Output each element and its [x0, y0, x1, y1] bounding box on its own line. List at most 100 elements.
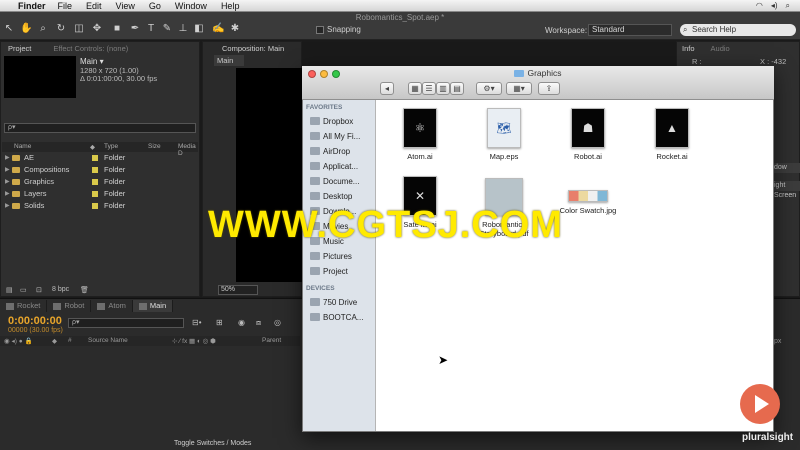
pen-tool-icon[interactable]: ✒: [130, 24, 140, 34]
tab-project[interactable]: Project: [4, 43, 35, 54]
arrange-icon[interactable]: ▦▾: [506, 82, 532, 95]
av-features-icons[interactable]: ◉ ◂) ● 🔒: [4, 337, 33, 345]
composition-viewer[interactable]: [236, 68, 302, 282]
disclosure-triangle-icon[interactable]: ▶: [5, 166, 10, 173]
label-swatch[interactable]: [92, 191, 98, 197]
col-source-name[interactable]: Source Name: [88, 337, 128, 344]
current-time-display[interactable]: 0:00:00:00: [8, 315, 62, 327]
pan-behind-tool-icon[interactable]: ✥: [92, 24, 102, 34]
brush-tool-icon[interactable]: ✎: [162, 24, 172, 34]
frame-blending-icon[interactable]: ⧈: [256, 318, 261, 328]
disclosure-triangle-icon[interactable]: ▶: [5, 190, 10, 197]
col-name[interactable]: Name: [14, 143, 31, 150]
info-strip-1[interactable]: dow: [772, 163, 800, 173]
sidebar-item-desktop[interactable]: Desktop: [310, 190, 376, 202]
roto-brush-tool-icon[interactable]: ✍: [212, 24, 224, 34]
comp-mini-flowchart-icon[interactable]: ⊟•: [192, 318, 202, 327]
number-column[interactable]: #: [68, 337, 72, 344]
menu-go[interactable]: Go: [149, 1, 161, 11]
label-column-icon[interactable]: ◆: [52, 337, 57, 345]
disclosure-triangle-icon[interactable]: ▶: [5, 154, 10, 161]
sidebar-item-applications[interactable]: Applicat...: [310, 160, 376, 172]
trash-icon[interactable]: 🗑: [80, 286, 89, 294]
label-swatch[interactable]: [92, 179, 98, 185]
switches-icons[interactable]: ⊹ ⁄ fx ▦ ◐ ◎ ⬢: [172, 337, 216, 345]
project-row[interactable]: ▶ Graphics Folder: [2, 177, 198, 188]
tab-info[interactable]: Info: [678, 43, 699, 54]
tab-main[interactable]: Main: [132, 300, 174, 312]
tab-robot[interactable]: Robot: [47, 300, 92, 312]
project-row[interactable]: ▶ Solids Folder: [2, 201, 198, 212]
hand-tool-icon[interactable]: ✋: [20, 24, 32, 34]
view-list-icon[interactable]: ☰: [422, 82, 436, 95]
sidebar-item-all-my-files[interactable]: All My Fi...: [310, 130, 376, 142]
label-column-icon[interactable]: ◆: [90, 143, 95, 151]
view-columns-icon[interactable]: ▥: [436, 82, 450, 95]
spotlight-icon[interactable]: ⌕: [786, 1, 790, 11]
file-item-atom[interactable]: ⚛ Atom.ai: [386, 108, 454, 161]
selection-tool-icon[interactable]: ↖: [4, 24, 14, 34]
project-row[interactable]: ▶ AE Folder: [2, 153, 198, 164]
view-icon-icon[interactable]: ▦: [408, 82, 422, 95]
menu-view[interactable]: View: [116, 1, 135, 11]
clone-stamp-tool-icon[interactable]: ⊥: [178, 24, 188, 34]
timeline-search-input[interactable]: ρ▾: [68, 318, 184, 328]
tab-rocket[interactable]: Rocket: [0, 300, 48, 312]
file-item-robot[interactable]: ☗ Robot.ai: [554, 108, 622, 161]
shy-icon[interactable]: ◉: [238, 318, 245, 327]
tab-audio[interactable]: Audio: [707, 43, 734, 54]
comp-subtab-main[interactable]: Main: [214, 55, 244, 66]
label-swatch[interactable]: [92, 155, 98, 161]
project-row[interactable]: ▶ Compositions Folder: [2, 165, 198, 176]
project-selected-name[interactable]: Main ▾: [80, 57, 104, 66]
new-folder-icon[interactable]: ▭: [20, 286, 27, 294]
search-help-input[interactable]: ⌕ Search Help: [680, 24, 796, 36]
volume-icon[interactable]: ◂): [771, 1, 778, 11]
sidebar-item-750-drive[interactable]: 750 Drive: [310, 296, 376, 308]
view-coverflow-icon[interactable]: ▤: [450, 82, 464, 95]
menu-file[interactable]: File: [58, 1, 73, 11]
label-swatch[interactable]: [92, 167, 98, 173]
rotate-tool-icon[interactable]: ↻: [56, 24, 66, 34]
col-type[interactable]: Type: [104, 143, 118, 150]
file-item-rocket[interactable]: ▲ Rocket.ai: [638, 108, 706, 161]
sidebar-item-airdrop[interactable]: AirDrop: [310, 145, 376, 157]
disclosure-triangle-icon[interactable]: ▶: [5, 202, 10, 209]
col-size[interactable]: Size: [148, 143, 161, 150]
sidebar-item-bootcamp[interactable]: BOOTCA...: [310, 311, 376, 323]
wifi-icon[interactable]: ◠: [756, 1, 763, 11]
file-item-map[interactable]: 🗺 Map.eps: [470, 108, 538, 161]
action-gear-icon[interactable]: ⚙▾: [476, 82, 502, 95]
col-parent[interactable]: Parent: [262, 337, 281, 344]
shape-tool-icon[interactable]: ■: [112, 24, 122, 34]
info-strip-2[interactable]: ight Screen: [772, 181, 800, 199]
motion-blur-icon[interactable]: ◎: [274, 318, 281, 327]
snapping-toggle[interactable]: Snapping: [316, 25, 361, 34]
draft-3d-icon[interactable]: ⊞: [216, 318, 223, 327]
zoom-tool-icon[interactable]: ⌕: [38, 24, 48, 34]
label-swatch[interactable]: [92, 203, 98, 209]
sidebar-item-documents[interactable]: Docume...: [310, 175, 376, 187]
puppet-tool-icon[interactable]: ✱: [230, 24, 240, 34]
project-search-input[interactable]: ρ▾: [4, 123, 196, 133]
disclosure-triangle-icon[interactable]: ▶: [5, 178, 10, 185]
tab-effect-controls[interactable]: Effect Controls: (none): [49, 43, 132, 54]
file-item-color-swatch[interactable]: Color Swatch.jpg: [554, 176, 622, 215]
magnification-select[interactable]: 50%: [218, 285, 258, 295]
sidebar-item-pictures[interactable]: Pictures: [310, 250, 376, 262]
type-tool-icon[interactable]: T: [146, 24, 156, 34]
menu-edit[interactable]: Edit: [86, 1, 102, 11]
toggle-switches-modes[interactable]: Toggle Switches / Modes: [174, 440, 251, 447]
menu-window[interactable]: Window: [175, 1, 207, 11]
menu-help[interactable]: Help: [221, 1, 240, 11]
share-icon[interactable]: ⇪: [538, 82, 560, 95]
interpret-footage-icon[interactable]: ▤: [6, 286, 13, 294]
camera-tool-icon[interactable]: ◫: [74, 24, 84, 34]
tab-atom[interactable]: Atom: [91, 300, 133, 312]
sidebar-item-project[interactable]: Project: [310, 265, 376, 277]
snapping-checkbox[interactable]: [316, 25, 324, 34]
project-row[interactable]: ▶ Layers Folder: [2, 189, 198, 200]
eraser-tool-icon[interactable]: ◧: [194, 24, 204, 34]
menu-app-name[interactable]: Finder: [18, 1, 46, 11]
sidebar-item-dropbox[interactable]: Dropbox: [310, 115, 376, 127]
